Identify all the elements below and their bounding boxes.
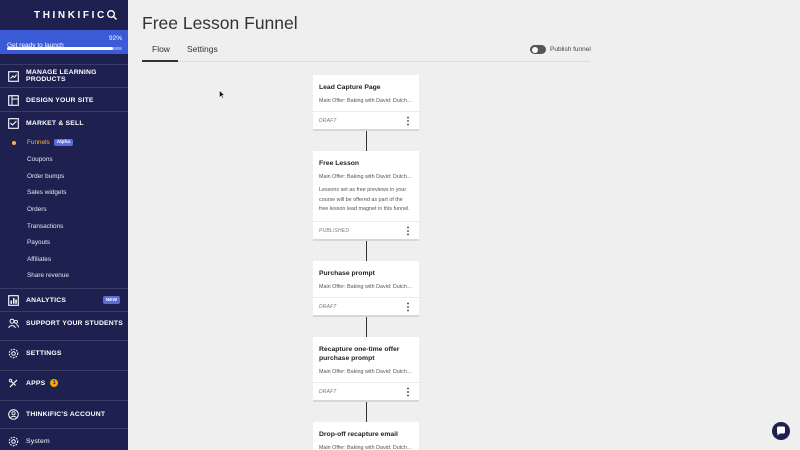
sub-item-funnels[interactable]: Funnels Alpha bbox=[27, 139, 74, 146]
apps-icon bbox=[8, 378, 18, 387]
step-description: Lessons set as free previews in your cou… bbox=[319, 187, 410, 212]
divider bbox=[0, 428, 128, 429]
step-title: Lead Capture Page bbox=[319, 84, 381, 91]
nav-label: DESIGN YOUR SITE bbox=[26, 96, 94, 104]
launch-progress-fill bbox=[7, 47, 113, 50]
sub-item-payouts[interactable]: Payouts bbox=[27, 239, 50, 246]
nav-settings[interactable]: SETTINGS bbox=[0, 342, 128, 364]
nav-system[interactable]: System bbox=[0, 430, 128, 450]
sidebar: THINKIFIC Get ready to launch 92% MANAGE… bbox=[0, 0, 128, 450]
nav-manage-learning-products[interactable]: MANAGE LEARNING PRODUCTS bbox=[0, 65, 128, 87]
funnel-step-card[interactable]: Free Lesson Main Offer: Baking with Davi… bbox=[313, 151, 419, 241]
design-icon bbox=[8, 94, 19, 106]
sub-item-label: Funnels bbox=[27, 139, 50, 146]
nav-label: MANAGE LEARNING PRODUCTS bbox=[26, 69, 97, 83]
kebab-menu-icon[interactable] bbox=[406, 387, 410, 397]
launch-progress[interactable]: Get ready to launch 92% bbox=[0, 30, 128, 54]
step-status: DRAFT bbox=[319, 118, 337, 124]
apps-count-badge: 1 bbox=[50, 379, 59, 387]
sub-item-orders[interactable]: Orders bbox=[27, 206, 47, 213]
nav-support-your-students[interactable]: SUPPORT YOUR STUDENTS bbox=[0, 312, 128, 334]
nav-label: SUPPORT YOUR STUDENTS bbox=[26, 319, 123, 327]
launch-percent: 92% bbox=[108, 35, 122, 42]
new-badge: NEW bbox=[102, 296, 120, 304]
market-icon bbox=[8, 117, 19, 129]
account-icon bbox=[8, 408, 19, 420]
step-title: Recapture one-time offer purchase prompt bbox=[319, 346, 400, 362]
publish-funnel-label: Publish funnel bbox=[550, 46, 591, 53]
products-icon bbox=[8, 70, 19, 82]
step-status: DRAFT bbox=[319, 389, 337, 395]
chat-launcher-button[interactable] bbox=[772, 422, 790, 440]
step-footer: DRAFT bbox=[313, 382, 419, 400]
divider bbox=[0, 87, 128, 88]
kebab-menu-icon[interactable] bbox=[406, 226, 410, 236]
chat-bubble-icon bbox=[777, 426, 785, 436]
funnel-step-card[interactable]: Purchase prompt Main Offer: Baking with … bbox=[313, 261, 419, 317]
sub-item-order-bumps[interactable]: Order bumps bbox=[27, 173, 64, 180]
tab-settings[interactable]: Settings bbox=[187, 44, 218, 54]
nav-analytics[interactable]: ANALYTICS NEW bbox=[0, 289, 128, 311]
funnel-step-card[interactable]: Lead Capture Page Main Offer: Baking wit… bbox=[313, 75, 419, 131]
step-footer: DRAFT bbox=[313, 297, 419, 315]
publish-funnel-toggle[interactable] bbox=[530, 45, 546, 54]
kebab-menu-icon[interactable] bbox=[406, 116, 410, 126]
funnel-step-card[interactable]: Drop-off recapture email Main Offer: Bak… bbox=[313, 422, 419, 450]
nav-label: MARKET & SELL bbox=[26, 119, 84, 127]
step-footer: PUBLISHED bbox=[313, 221, 419, 239]
flow-connector bbox=[365, 402, 367, 422]
nav-label: APPS bbox=[26, 379, 46, 387]
brand-logo[interactable]: THINKIFIC bbox=[34, 10, 107, 21]
step-offer: Main Offer: Baking with David: Dutch Ove… bbox=[319, 174, 419, 180]
nav-apps[interactable]: APPS 1 bbox=[0, 372, 128, 394]
step-offer: Main Offer: Baking with David: Dutch Ove… bbox=[319, 284, 419, 290]
sub-item-share-revenue[interactable]: Share revenue bbox=[27, 272, 69, 279]
toggle-knob bbox=[531, 46, 538, 53]
flow-connector bbox=[365, 131, 367, 151]
sub-item-transactions[interactable]: Transactions bbox=[27, 223, 63, 230]
search-icon[interactable] bbox=[106, 9, 118, 21]
nav-label: SETTINGS bbox=[26, 349, 62, 357]
funnel-step-card[interactable]: Recapture one-time offer purchase prompt… bbox=[313, 337, 419, 402]
step-offer: Main Offer: Baking with David: Dutch Ove… bbox=[319, 98, 419, 104]
step-status: PUBLISHED bbox=[319, 228, 350, 234]
step-title: Purchase prompt bbox=[319, 270, 375, 277]
nav-market-and-sell[interactable]: MARKET & SELL bbox=[0, 112, 128, 134]
step-offer: Main Offer: Baking with David: Dutch Ove… bbox=[319, 369, 419, 375]
page-title: Free Lesson Funnel bbox=[142, 13, 298, 33]
divider bbox=[0, 340, 128, 341]
tab-flow[interactable]: Flow bbox=[152, 44, 170, 54]
nav-label: System bbox=[26, 437, 50, 445]
sub-item-affiliates[interactable]: Affiliates bbox=[27, 256, 51, 263]
sub-item-sales-widgets[interactable]: Sales widgets bbox=[27, 189, 66, 196]
active-indicator-dot bbox=[12, 141, 16, 145]
nav-label: ANALYTICS bbox=[26, 296, 67, 304]
system-gear-icon bbox=[8, 436, 19, 446]
mouse-cursor-icon bbox=[219, 90, 225, 99]
flow-connector bbox=[365, 241, 367, 261]
step-offer: Main Offer: Baking with David: Dutch Ove… bbox=[319, 445, 419, 450]
active-tab-underline bbox=[142, 60, 178, 62]
launch-progress-bar bbox=[7, 47, 122, 50]
sub-item-coupons[interactable]: Coupons bbox=[27, 156, 53, 163]
divider bbox=[0, 370, 128, 371]
divider bbox=[0, 400, 128, 401]
step-status: DRAFT bbox=[319, 304, 337, 310]
flow-connector bbox=[365, 317, 367, 337]
alpha-badge: Alpha bbox=[53, 139, 74, 146]
nav-design-your-site[interactable]: DESIGN YOUR SITE bbox=[0, 89, 128, 111]
brand-row: THINKIFIC bbox=[0, 0, 128, 30]
nav-thinkifics-account[interactable]: THINKIFIC'S ACCOUNT bbox=[0, 403, 128, 425]
step-title: Free Lesson bbox=[319, 160, 360, 167]
tabs-divider bbox=[142, 61, 590, 62]
nav-label: THINKIFIC'S ACCOUNT bbox=[26, 410, 106, 418]
analytics-icon bbox=[8, 294, 19, 306]
step-title: Drop-off recapture email bbox=[319, 431, 398, 438]
kebab-menu-icon[interactable] bbox=[406, 302, 410, 312]
step-footer: DRAFT bbox=[313, 111, 419, 129]
gear-icon bbox=[8, 348, 19, 358]
support-icon bbox=[8, 318, 19, 328]
